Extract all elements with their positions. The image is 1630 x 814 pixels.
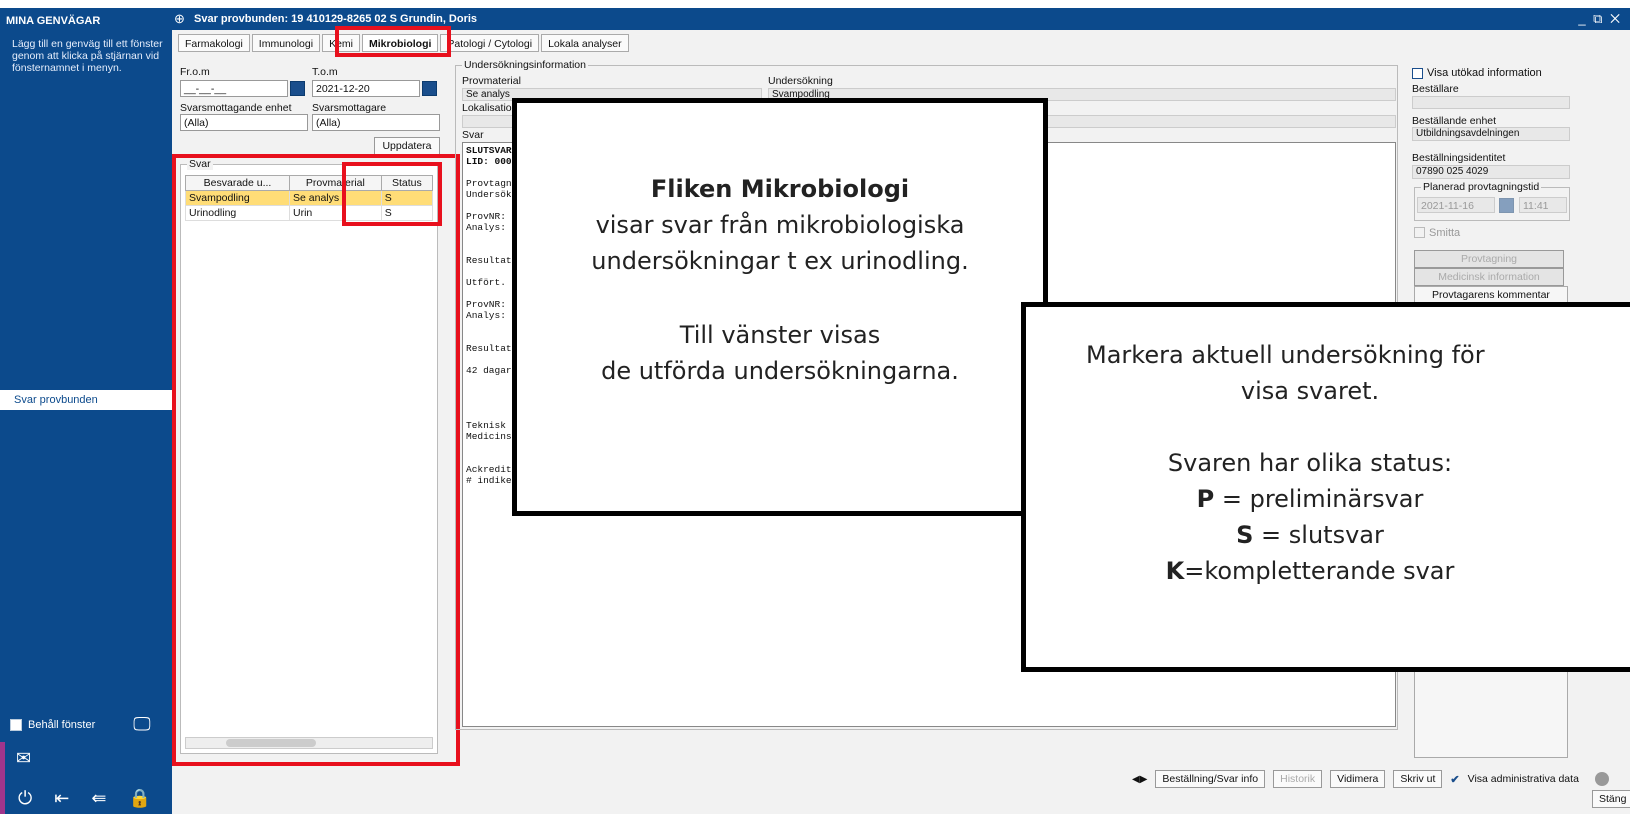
highlight-tab-box: [335, 26, 451, 57]
plus-circle-icon: ⊕: [174, 11, 185, 26]
switch-user-icon[interactable]: ⇚: [91, 788, 106, 809]
smitta-toggle: Smitta: [1414, 227, 1460, 239]
status-text: =kompletterande svar: [1184, 557, 1455, 585]
callout-line: Markera aktuell undersökning för: [1086, 341, 1485, 369]
sidebar-actions: ⏻ ⇤ ⇚ 🔒: [18, 788, 151, 809]
bestallare-field: [1412, 96, 1570, 109]
svar-label: Svar: [462, 129, 484, 141]
callout-line: visa svaret.: [1240, 377, 1380, 405]
bestallning-svar-button[interactable]: Beställning/Svar info: [1155, 770, 1266, 788]
smitta-checkbox: [1414, 227, 1425, 238]
planerad-date-field: 2021-11-16: [1417, 197, 1495, 213]
status-key: P: [1196, 485, 1215, 513]
undersokning-label: Undersökning: [768, 75, 833, 87]
callout-line: undersökningar t ex urinodling.: [591, 247, 969, 275]
from-label: Fr.o.m: [180, 66, 210, 78]
bestallare-label: Beställare: [1412, 83, 1459, 95]
callout-status: Markera aktuell undersökning för visa sv…: [1021, 302, 1630, 672]
mail-icon[interactable]: ✉: [16, 748, 31, 769]
sidebar-hint: Lägg till en genväg till ett fönster gen…: [12, 38, 163, 74]
planerad-time-field: 11:41: [1519, 197, 1567, 213]
callout-line: visar svar från mikrobiologiska: [595, 211, 965, 239]
status-s-line: S = slutsvar: [1030, 521, 1630, 549]
highlight-list-box: [172, 154, 460, 766]
shortcuts-sidebar: MINA GENVÄGAR Lägg till en genväg till e…: [0, 8, 172, 814]
unit-select[interactable]: (Alla): [180, 114, 308, 131]
visa-admin-label: Visa administrativa data: [1467, 773, 1579, 785]
status-key: K: [1165, 557, 1185, 585]
bestallande-enhet-label: Beställande enhet: [1412, 115, 1497, 127]
pink-edge: [0, 742, 5, 814]
status-key: S: [1236, 521, 1254, 549]
visa-utokad-checkbox[interactable]: [1412, 67, 1423, 79]
from-date-field[interactable]: __-__-__: [180, 80, 288, 97]
window-title: Svar provbunden: 19 410129-8265 02 S Gru…: [194, 13, 478, 25]
exam-info-title: Undersökningsinformation: [462, 59, 588, 71]
prev-next-icon[interactable]: ◀▶: [1132, 774, 1147, 785]
tab-immunologi[interactable]: Immunologi: [251, 34, 321, 52]
window-controls[interactable]: _ ⧉ ✕: [1578, 11, 1622, 27]
callout-line: Till vänster visas: [679, 321, 881, 349]
status-k-line: K=kompletterande svar: [1030, 557, 1630, 585]
planerad-label: Planerad provtagningstid: [1421, 181, 1542, 193]
provmaterial-label: Provmaterial: [462, 75, 521, 87]
power-icon[interactable]: ⏻: [18, 788, 32, 809]
callout-mikrobiologi: Fliken Mikrobiologi visar svar från mikr…: [512, 98, 1048, 516]
provtagning-button: Provtagning: [1414, 250, 1564, 268]
monitor-icon[interactable]: 🖵: [133, 714, 150, 735]
calendar-icon[interactable]: [290, 81, 305, 96]
status-text: = preliminärsvar: [1214, 485, 1424, 513]
logout-icon[interactable]: ⇤: [54, 788, 69, 809]
update-button[interactable]: Uppdatera: [374, 137, 440, 155]
callout-line: de utförda undersökningarna.: [601, 357, 959, 385]
calendar-icon[interactable]: [422, 81, 437, 96]
smitta-label: Smitta: [1429, 227, 1461, 239]
calendar-icon: [1499, 198, 1514, 213]
sidebar-item-svar-provbunden[interactable]: Svar provbunden: [0, 390, 172, 410]
checkmark-icon[interactable]: ✔: [1450, 773, 1459, 786]
recipient-label: Svarsmottagare: [312, 102, 387, 114]
callout-line: Svaren har olika status:: [1167, 449, 1453, 477]
bestallningsidentitet-field: 07890 025 4029: [1412, 165, 1570, 179]
bestallningsidentitet-label: Beställningsidentitet: [1412, 152, 1506, 164]
tab-patologi-cytologi[interactable]: Patologi / Cytologi: [440, 34, 540, 52]
close-button[interactable]: Stäng: [1592, 790, 1630, 808]
to-label: T.o.m: [312, 66, 338, 78]
status-p-line: P = preliminärsvar: [1030, 485, 1630, 513]
keep-window-toggle[interactable]: Behåll fönster 🖵: [10, 714, 151, 735]
tab-farmakologi[interactable]: Farmakologi: [178, 34, 250, 52]
to-date-field[interactable]: 2021-12-20: [312, 80, 420, 97]
planerad-group: Planerad provtagningstid 2021-11-16 11:4…: [1414, 181, 1570, 221]
bestallande-enhet-field: Utbildningsavdelningen: [1412, 127, 1570, 141]
visa-utokad-toggle[interactable]: Visa utökad information: [1412, 67, 1542, 79]
vidimera-button[interactable]: Vidimera: [1330, 770, 1386, 788]
highlight-status-box: [342, 162, 442, 226]
historik-button: Historik: [1273, 770, 1323, 788]
sidebar-header: MINA GENVÄGAR: [6, 15, 101, 27]
tab-lokala-analyser[interactable]: Lokala analyser: [541, 34, 629, 52]
recipient-select[interactable]: (Alla): [312, 114, 440, 131]
visa-utokad-label: Visa utökad information: [1427, 67, 1542, 79]
medicinsk-info-button: Medicinsk information: [1414, 268, 1564, 286]
keep-window-label: Behåll fönster: [28, 718, 96, 731]
callout-heading: Fliken Mikrobiologi: [650, 175, 910, 203]
bottom-toolbar: ◀▶ Beställning/Svar info Historik Vidime…: [1132, 770, 1609, 788]
skriv-ut-button[interactable]: Skriv ut: [1393, 770, 1443, 788]
status-text: = slutsvar: [1253, 521, 1384, 549]
status-circle-icon[interactable]: [1594, 772, 1609, 786]
unit-label: Svarsmottagande enhet: [180, 102, 292, 114]
top-strip: [0, 0, 1630, 8]
kommentar-label: Provtagarens kommentar: [1432, 289, 1550, 301]
keep-window-checkbox[interactable]: [10, 718, 22, 731]
lock-icon[interactable]: 🔒: [128, 788, 150, 809]
lokalisation-label: Lokalisation: [462, 102, 518, 114]
